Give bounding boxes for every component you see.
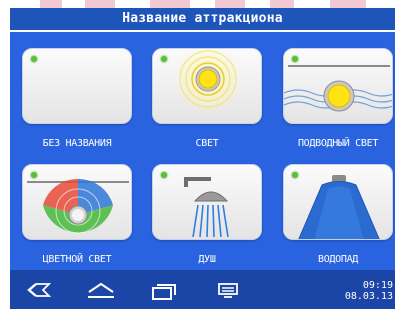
tile-label: СВЕТ (195, 138, 219, 149)
tile-button[interactable] (152, 164, 262, 240)
tile-waterfall[interactable]: ВОДОПАД (283, 164, 393, 276)
menu-icon[interactable] (216, 280, 240, 300)
tile-underwater-light[interactable]: ПОДВОДНЫЙ СВЕТ (283, 48, 393, 160)
status-led-icon (161, 172, 167, 178)
tile-color-light[interactable]: ЦВЕТНОЙ СВЕТ (22, 164, 132, 276)
underwater-light-icon (284, 65, 392, 112)
tile-label: БЕЗ НАЗВАНИЯ (42, 138, 112, 149)
shower-icon (184, 177, 229, 238)
tile-label: ДУШ (198, 254, 216, 265)
status-led-icon (292, 172, 298, 178)
tile-button[interactable] (22, 48, 132, 124)
navigation-bar: 09:19 08.03.13 (10, 270, 395, 309)
status-led-icon (292, 56, 298, 62)
attraction-panel: БЕЗ НАЗВАНИЯ СВЕТ ПОДВОДНЫЙ СВЕТ ЦВЕТНОЙ… (10, 32, 395, 270)
tile-unnamed[interactable]: БЕЗ НАЗВАНИЯ (22, 48, 132, 160)
tile-button[interactable] (22, 164, 132, 240)
recent-apps-icon[interactable] (150, 280, 178, 300)
tile-button[interactable] (152, 48, 262, 124)
waterfall-icon (298, 175, 380, 239)
back-icon[interactable] (26, 280, 52, 300)
tile-light[interactable]: СВЕТ (152, 48, 262, 160)
clock-time: 09:19 (362, 280, 393, 291)
tile-label: ПОДВОДНЫЙ СВЕТ (297, 138, 379, 149)
tile-button[interactable] (283, 48, 393, 124)
status-led-icon (31, 172, 37, 178)
tile-button[interactable] (283, 164, 393, 240)
tile-label: ВОДОПАД (317, 254, 359, 265)
tile-shower[interactable]: ДУШ (152, 164, 262, 276)
status-clock: 09:19 08.03.13 (345, 280, 393, 302)
color-light-icon (27, 178, 129, 234)
status-led-icon (161, 56, 167, 62)
clock-date: 08.03.13 (344, 291, 393, 302)
attraction-title: Название аттракциона (10, 8, 395, 30)
light-icon (174, 49, 242, 113)
tile-label: ЦВЕТНОЙ СВЕТ (42, 254, 112, 265)
home-icon[interactable] (86, 280, 116, 300)
status-led-icon (31, 56, 37, 62)
